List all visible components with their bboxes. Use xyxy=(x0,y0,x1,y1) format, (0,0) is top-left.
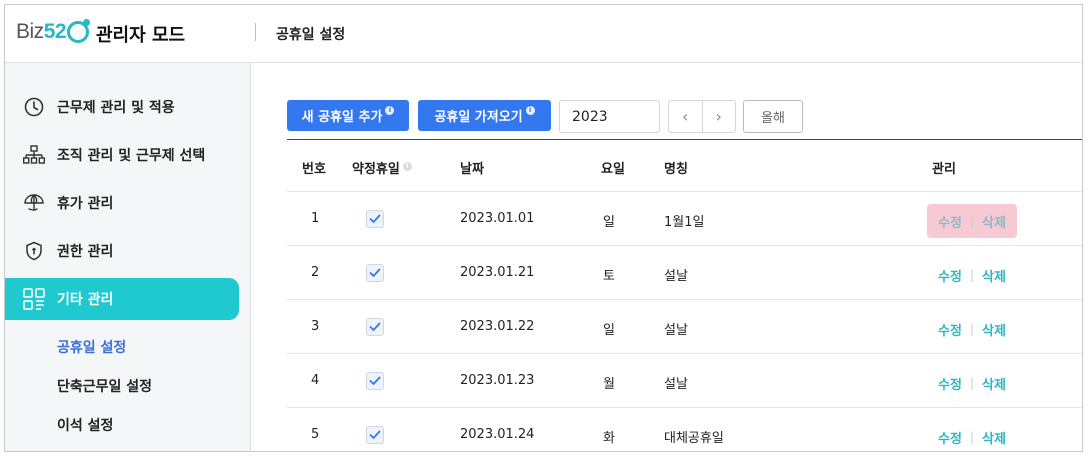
column-header-manage: 관리 xyxy=(932,162,956,177)
column-header-number: 번호 xyxy=(302,162,326,177)
app-window: Biz 52 관리자 모드 공휴일 설정 근무제 관리 및 적용 조직 관리 및… xyxy=(4,4,1083,452)
app-title: 관리자 모드 xyxy=(96,25,186,46)
row-name: 대체공휴일 xyxy=(664,431,724,446)
row-name: 1월1일 xyxy=(664,215,705,230)
contract-holiday-checkbox[interactable] xyxy=(366,426,384,444)
shield-icon xyxy=(23,240,45,262)
row-weekday: 토 xyxy=(603,269,615,284)
header-divider xyxy=(255,23,256,41)
row-number: 2 xyxy=(311,265,320,280)
column-header-date: 날짜 xyxy=(460,162,484,177)
add-holiday-label: 새 공휴일 추가 xyxy=(301,110,383,125)
sidebar-subitem-short-workday[interactable]: 단축근무일 설정 xyxy=(57,376,152,396)
row-date: 2023.01.23 xyxy=(460,373,535,388)
row-weekday: 화 xyxy=(603,431,615,446)
row-actions: 수정 | 삭제 xyxy=(927,366,1017,400)
row-date: 2023.01.22 xyxy=(460,319,535,334)
row-name: 설날 xyxy=(664,323,688,338)
table-row: 3 2023.01.22 일 설날 수정 | 삭제 xyxy=(287,300,1082,354)
info-icon: i xyxy=(525,106,535,115)
edit-button[interactable]: 수정 xyxy=(938,374,962,393)
top-header: Biz 52 관리자 모드 공휴일 설정 xyxy=(5,5,1082,63)
row-actions: 수정 | 삭제 xyxy=(927,420,1017,451)
sidebar-subitem-holiday-settings[interactable]: 공휴일 설정 xyxy=(57,337,126,357)
column-header-name: 명칭 xyxy=(664,162,688,177)
clock-icon xyxy=(23,96,45,118)
sidebar-item-organization[interactable]: 조직 관리 및 근무제 선택 xyxy=(5,134,239,176)
org-chart-icon xyxy=(23,144,45,166)
info-icon: i xyxy=(402,162,412,171)
row-name: 설날 xyxy=(664,269,688,284)
sidebar-item-label: 권한 관리 xyxy=(57,244,114,260)
table-row: 4 2023.01.23 월 설날 수정 | 삭제 xyxy=(287,354,1082,408)
grid-icon xyxy=(23,288,45,310)
sidebar-item-work-schedule[interactable]: 근무제 관리 및 적용 xyxy=(5,86,239,128)
row-date: 2023.01.01 xyxy=(460,211,535,226)
import-holidays-label: 공휴일 가져오기 xyxy=(434,110,523,125)
sidebar-item-label: 휴가 관리 xyxy=(57,196,114,212)
row-actions: 수정 | 삭제 xyxy=(927,204,1017,238)
column-header-contract-holiday: 약정휴일 i xyxy=(352,158,412,177)
edit-button[interactable]: 수정 xyxy=(938,320,962,339)
row-date: 2023.01.21 xyxy=(460,265,535,280)
row-actions: 수정 | 삭제 xyxy=(927,312,1017,346)
row-number: 1 xyxy=(311,211,320,226)
edit-button[interactable]: 수정 xyxy=(938,212,962,231)
row-number: 5 xyxy=(311,427,320,442)
row-number: 3 xyxy=(311,319,320,334)
edit-button[interactable]: 수정 xyxy=(938,266,962,285)
row-date: 2023.01.24 xyxy=(460,427,535,442)
logo-mark-icon xyxy=(67,19,91,43)
column-header-weekday: 요일 xyxy=(601,162,625,177)
brand-logo[interactable]: Biz 52 xyxy=(16,17,91,47)
action-separator: | xyxy=(969,322,975,336)
sidebar-item-label: 근무제 관리 및 적용 xyxy=(57,100,175,116)
table-row: 5 2023.01.24 화 대체공휴일 수정 | 삭제 xyxy=(287,408,1082,451)
prev-year-button[interactable]: ‹ xyxy=(669,101,702,132)
delete-button[interactable]: 삭제 xyxy=(982,320,1006,339)
table-row: 2 2023.01.21 토 설날 수정 | 삭제 xyxy=(287,246,1082,300)
row-weekday: 일 xyxy=(603,215,615,230)
row-name: 설날 xyxy=(664,377,688,392)
row-actions: 수정 | 삭제 xyxy=(927,258,1017,292)
action-separator: | xyxy=(969,268,975,282)
row-weekday: 월 xyxy=(603,377,615,392)
sidebar-item-leave[interactable]: 휴가 관리 xyxy=(5,182,239,224)
contract-holiday-checkbox[interactable] xyxy=(366,318,384,336)
column-header-label: 약정휴일 xyxy=(352,162,400,177)
sidebar: 근무제 관리 및 적용 조직 관리 및 근무제 선택 휴가 관리 권한 관리 기… xyxy=(5,63,251,451)
delete-button[interactable]: 삭제 xyxy=(982,212,1006,231)
umbrella-icon xyxy=(23,192,45,214)
action-separator: | xyxy=(969,430,975,444)
row-weekday: 일 xyxy=(603,323,615,338)
delete-button[interactable]: 삭제 xyxy=(982,374,1006,393)
table-header: 번호 약정휴일 i 날짜 요일 명칭 관리 xyxy=(287,139,1082,192)
add-holiday-button[interactable]: 새 공휴일 추가 i xyxy=(287,100,409,131)
holiday-table: 번호 약정휴일 i 날짜 요일 명칭 관리 1 2023.01.01 일 1월1일… xyxy=(287,139,1082,451)
page-title: 공휴일 설정 xyxy=(276,27,346,43)
action-separator: | xyxy=(969,214,975,228)
year-input[interactable]: 2023 xyxy=(559,100,660,133)
sidebar-item-permissions[interactable]: 권한 관리 xyxy=(5,230,239,272)
delete-button[interactable]: 삭제 xyxy=(982,428,1006,447)
year-pager: ‹ › xyxy=(668,100,736,133)
this-year-button[interactable]: 올해 xyxy=(743,100,803,133)
import-holidays-button[interactable]: 공휴일 가져오기 i xyxy=(418,100,551,131)
logo-number: 52 xyxy=(43,20,67,43)
info-icon: i xyxy=(385,106,395,115)
row-number: 4 xyxy=(311,373,320,388)
delete-button[interactable]: 삭제 xyxy=(982,266,1006,285)
table-row: 1 2023.01.01 일 1월1일 수정 | 삭제 xyxy=(287,192,1082,246)
sidebar-item-label: 조직 관리 및 근무제 선택 xyxy=(57,148,206,164)
sidebar-item-label: 기타 관리 xyxy=(57,292,114,308)
action-separator: | xyxy=(969,376,975,390)
edit-button[interactable]: 수정 xyxy=(938,428,962,447)
next-year-button[interactable]: › xyxy=(701,101,736,132)
contract-holiday-checkbox[interactable] xyxy=(366,372,384,390)
logo-text: Biz xyxy=(16,20,44,43)
sidebar-item-etc[interactable]: 기타 관리 xyxy=(5,278,239,320)
contract-holiday-checkbox[interactable] xyxy=(366,264,384,282)
contract-holiday-checkbox[interactable] xyxy=(366,210,384,228)
sidebar-subitem-away-settings[interactable]: 이석 설정 xyxy=(57,415,113,435)
